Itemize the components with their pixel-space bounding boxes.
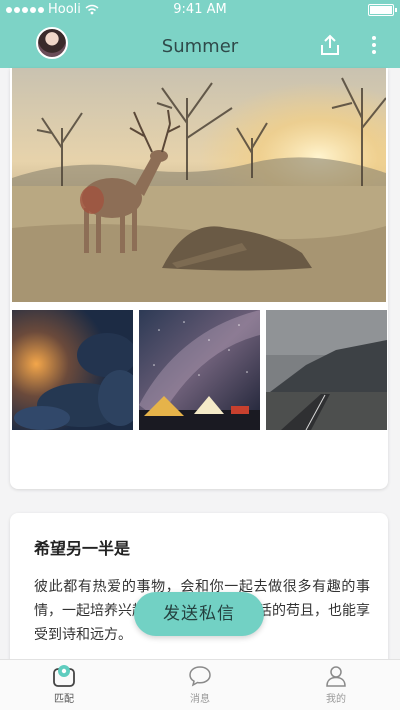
send-message-button[interactable]: 发送私信 [134, 592, 264, 636]
tab-match-label: 匹配 [54, 694, 74, 705]
battery-icon [368, 4, 397, 16]
match-icon [53, 665, 75, 687]
tab-profile-label: 我的 [326, 694, 346, 705]
clock: 9:41 AM [173, 2, 227, 17]
mountain-road-thumb[interactable] [266, 310, 387, 430]
more-icon[interactable] [364, 33, 384, 57]
share-icon[interactable] [318, 33, 342, 57]
tab-profile[interactable]: 我的 [306, 664, 366, 705]
tab-messages[interactable]: 消息 [170, 664, 230, 705]
tab-messages-label: 消息 [190, 694, 210, 705]
app-header: Hooli 9:41 AM Summer [0, 0, 400, 68]
about-heading: 希望另一半是 [34, 539, 131, 558]
clouds-thumb[interactable] [12, 310, 133, 430]
status-bar: Hooli 9:41 AM [0, 0, 400, 20]
tab-bar: 匹配 消息 我的 [0, 659, 400, 710]
message-icon [189, 666, 211, 687]
profile-icon [326, 666, 346, 687]
tab-match[interactable]: 匹配 [34, 664, 94, 705]
deer-photo[interactable] [12, 68, 386, 302]
photo-card [10, 68, 388, 489]
camping-thumb[interactable] [139, 310, 260, 430]
